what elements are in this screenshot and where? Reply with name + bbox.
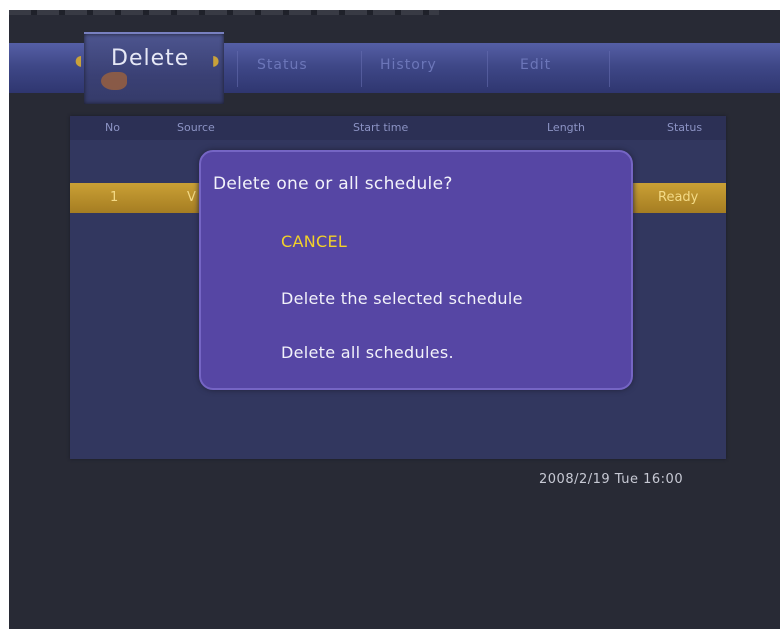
delete-all-option[interactable]: Delete all schedules. xyxy=(281,343,454,362)
top-scanline xyxy=(9,10,439,15)
tab-status[interactable]: Status xyxy=(257,57,308,81)
table-header: No Source Start time Length Status xyxy=(70,116,726,140)
header-source: Source xyxy=(177,121,215,134)
arrow-right-icon[interactable]: ◗ xyxy=(212,53,219,69)
tab-delete[interactable]: ◖ Delete ◗ xyxy=(75,32,224,104)
header-length: Length xyxy=(547,121,585,134)
tab-history[interactable]: History xyxy=(380,57,437,81)
tab-divider xyxy=(487,51,488,87)
tab-divider xyxy=(237,51,238,87)
row-no: 1 xyxy=(110,190,119,205)
tv-screen: Status History Edit ◖ Delete ◗ No Source… xyxy=(9,10,780,629)
arrow-left-icon[interactable]: ◖ xyxy=(75,53,82,69)
cancel-option[interactable]: CANCEL xyxy=(281,232,347,251)
header-status: Status xyxy=(667,121,703,134)
delete-dialog: Delete one or all schedule? CANCEL Delet… xyxy=(199,150,633,390)
datetime-display: 2008/2/19 Tue 16:00 xyxy=(539,472,684,487)
tab-divider xyxy=(361,51,362,87)
delete-selected-option[interactable]: Delete the selected schedule xyxy=(281,289,523,308)
row-source: V xyxy=(187,190,196,205)
header-no: No xyxy=(105,121,120,134)
row-status: Ready xyxy=(658,190,699,205)
tab-edit[interactable]: Edit xyxy=(520,57,551,81)
tab-divider xyxy=(609,51,610,87)
dialog-title: Delete one or all schedule? xyxy=(213,174,453,194)
tab-icon xyxy=(101,72,127,90)
header-start-time: Start time xyxy=(353,121,409,134)
tab-delete-label: Delete xyxy=(111,46,190,71)
